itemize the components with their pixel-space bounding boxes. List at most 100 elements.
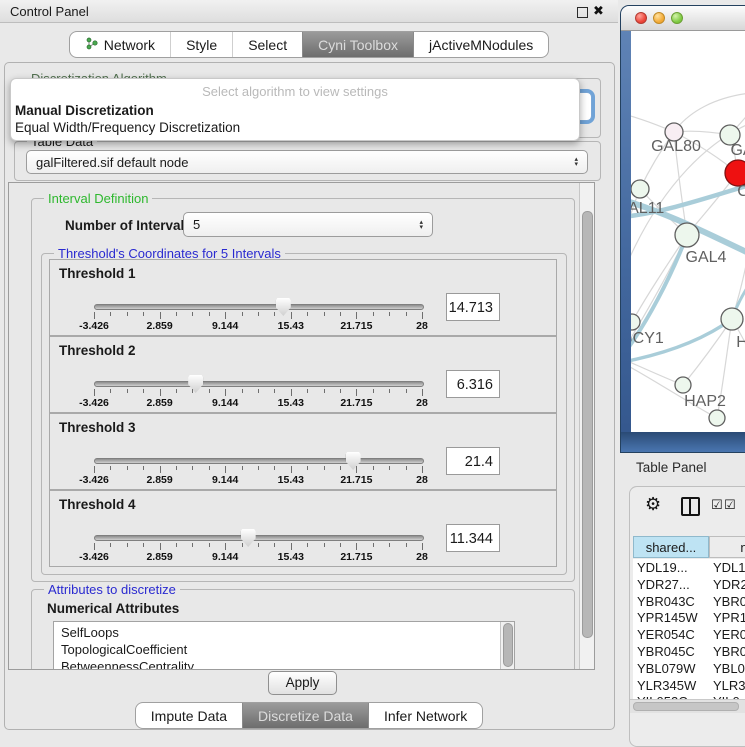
threshold-value-field[interactable]: 6.316 <box>446 370 500 398</box>
cell-name: YLR3 <box>713 677 745 694</box>
float-panel-icon[interactable] <box>577 7 588 18</box>
number-of-intervals-select[interactable]: 5 ▴▾ <box>183 212 433 237</box>
slider-tick <box>340 543 341 547</box>
slider-tick <box>94 389 95 396</box>
slider-tick <box>242 466 243 470</box>
slider-track[interactable] <box>94 458 424 464</box>
slider-track[interactable] <box>94 381 424 387</box>
table-body[interactable]: YDL19...YDL1YDR27...YDR2YBR043CYBR0YPR14… <box>633 559 745 699</box>
slider-tick <box>422 543 423 550</box>
slider-handle[interactable] <box>241 529 256 547</box>
column-header-shared-name[interactable]: shared... <box>633 536 709 558</box>
cell-name: YPR1 <box>713 609 745 626</box>
attributes-list-scrollbar[interactable] <box>500 622 514 670</box>
table-row[interactable]: YBL079WYBL0 <box>633 660 745 677</box>
cell-shared-name: YBR043C <box>637 593 695 610</box>
attribute-item-betweennesscentrality[interactable]: BetweennessCentrality <box>54 658 514 670</box>
slider-tick <box>373 389 374 393</box>
table-row[interactable]: YDL19...YDL1 <box>633 559 745 576</box>
slider-handle[interactable] <box>346 452 361 470</box>
apply-button[interactable]: Apply <box>268 671 337 695</box>
table-row[interactable]: YPR145W YPR1 <box>633 609 745 626</box>
minimize-traffic-light-icon[interactable] <box>653 12 665 24</box>
attribute-item-topologicalcoefficient[interactable]: TopologicalCoefficient <box>54 641 514 658</box>
tab-network[interactable]: Network <box>70 32 170 57</box>
slider-handle[interactable] <box>188 375 203 393</box>
slider-tick-label: 21.715 <box>340 551 372 563</box>
slider-tick <box>160 466 161 473</box>
network-node-label: HAP2 <box>684 393 726 410</box>
slider-tick <box>307 312 308 316</box>
network-node-gal11[interactable] <box>631 180 649 198</box>
slider-tick <box>340 312 341 316</box>
table-horizontal-scrollbar[interactable] <box>630 699 745 713</box>
slider-tick <box>242 312 243 316</box>
popup-option-manual-discretization[interactable]: Manual Discretization <box>15 103 154 118</box>
threshold-value-field[interactable]: 14.713 <box>446 293 500 321</box>
slider-track[interactable] <box>94 304 424 310</box>
table-row[interactable]: YBR045CYBR0 <box>633 643 745 660</box>
tab-discretize-data[interactable]: Discretize Data <box>242 703 368 728</box>
threshold-value-field[interactable]: 11.344 <box>446 524 500 552</box>
column-header-name[interactable]: n <box>709 536 745 558</box>
threshold-label: Threshold 4 <box>59 497 136 512</box>
tab-infer-network[interactable]: Infer Network <box>368 703 482 728</box>
table-row[interactable]: YBR043C YBR0 <box>633 593 745 610</box>
slider-tick <box>176 543 177 547</box>
checkbox-icon[interactable]: ☑ <box>724 497 736 513</box>
checkbox-icon[interactable]: ☑ <box>711 497 723 513</box>
cell-name: YBR0 <box>713 593 745 610</box>
settings-scrollbar[interactable] <box>579 183 595 669</box>
close-icon[interactable]: ✖ <box>593 3 604 19</box>
slider-tick <box>192 312 193 316</box>
zoom-traffic-light-icon[interactable] <box>671 12 683 24</box>
split-view-icon[interactable] <box>681 497 700 516</box>
tab-impute-data[interactable]: Impute Data <box>136 703 242 728</box>
tab-label: Infer Network <box>384 708 467 724</box>
numerical-attributes-list[interactable]: SelfLoopsTopologicalCoefficientBetweenne… <box>53 621 515 670</box>
network-node-label: GAL80 <box>651 138 701 155</box>
network-node-h[interactable] <box>721 308 743 330</box>
slider-tick <box>406 543 407 547</box>
slider-tick <box>110 466 111 470</box>
tab-label: Network <box>104 37 155 53</box>
attribute-item-selfloops[interactable]: SelfLoops <box>54 624 514 641</box>
network-node-label: GCY1 <box>631 330 664 347</box>
network-node-hap2[interactable] <box>675 377 691 393</box>
slider-handle[interactable] <box>276 298 291 316</box>
tab-cyni-toolbox[interactable]: Cyni Toolbox <box>302 32 413 57</box>
slider-tick <box>356 543 357 550</box>
network-window-titlebar <box>621 6 745 31</box>
popup-option-equal-width-frequency[interactable]: Equal Width/Frequency Discretization <box>15 120 240 135</box>
network-icon <box>85 37 98 53</box>
slider-tick <box>225 466 226 473</box>
table-row[interactable]: YLR345WYLR3 <box>633 677 745 694</box>
network-canvas[interactable]: GAL80GACGAL11GAL4GCY1HHAP2 <box>631 31 745 432</box>
slider-tick-label: 21.715 <box>340 474 372 486</box>
network-node-gcy1[interactable] <box>631 314 640 330</box>
settings-icon[interactable]: ⚙ <box>645 494 661 515</box>
number-of-intervals-label: Number of Intervals <box>65 218 192 233</box>
table-row[interactable]: YDR27...YDR2 <box>633 576 745 593</box>
cell-shared-name: YPR145W <box>637 609 698 626</box>
table-data-select[interactable]: galFiltered.sif default node ▴▾ <box>26 150 588 174</box>
table-row[interactable]: YER054CYER0 <box>633 626 745 643</box>
tab-style[interactable]: Style <box>170 32 232 57</box>
slider-tick <box>258 466 259 470</box>
close-traffic-light-icon[interactable] <box>635 12 647 24</box>
network-node[interactable] <box>709 410 725 426</box>
cell-name: YER0 <box>713 626 745 643</box>
tab-jactivemnodules[interactable]: jActiveMNodules <box>413 32 548 57</box>
bottom-tab-bar: Impute DataDiscretize Data Infer Network <box>0 702 618 729</box>
threshold-value-field[interactable]: 21.4 <box>446 447 500 475</box>
slider-tick <box>307 389 308 393</box>
table-data-value: galFiltered.sif default node <box>36 155 188 170</box>
slider-track[interactable] <box>94 535 424 541</box>
slider-tick <box>291 389 292 396</box>
slider-tick-label: 15.43 <box>278 474 304 486</box>
network-node-gal4[interactable] <box>675 223 699 247</box>
tab-select[interactable]: Select <box>232 32 302 57</box>
slider-tick-label: -3.426 <box>79 320 109 332</box>
slider-tick-label: -3.426 <box>79 397 109 409</box>
cell-name: YBL0 <box>713 660 745 677</box>
